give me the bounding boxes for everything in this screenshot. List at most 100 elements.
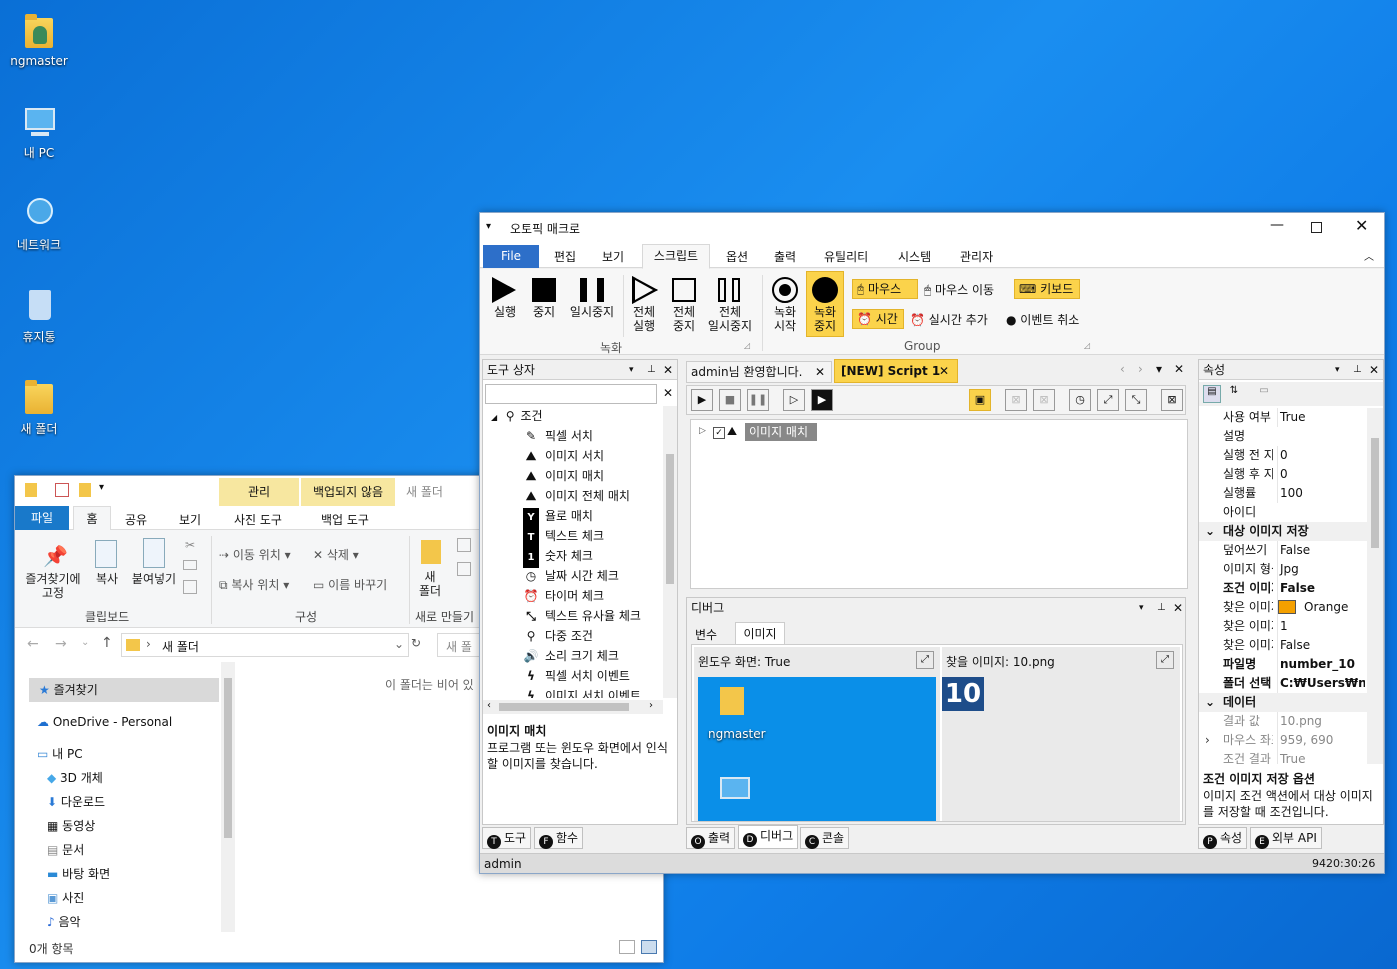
tree-hscrollbar[interactable]: ‹ ›	[483, 700, 663, 714]
record-start-button[interactable]: 녹화 시작	[768, 305, 802, 333]
stop-button[interactable]: 중지	[524, 305, 564, 319]
prop-category[interactable]: ⌄ 데이터	[1199, 693, 1367, 712]
new-item-icon[interactable]	[457, 538, 471, 552]
desktop-icon-new-folder[interactable]: 새 폴더	[4, 378, 74, 437]
time-toggle[interactable]: ⏰ 시간	[852, 309, 904, 329]
clear-search-icon[interactable]: ✕	[663, 386, 673, 400]
menu-system[interactable]: 시스템	[898, 248, 931, 265]
nav-item-onedrive[interactable]: ☁ OneDrive - Personal	[37, 710, 172, 734]
tool-item[interactable]: ⛰ 이미지 매치	[523, 466, 604, 486]
fullscreen-icon[interactable]: ⤢	[1156, 651, 1174, 669]
close-icon[interactable]: ✕	[663, 360, 673, 380]
scroll-right-icon[interactable]: ›	[1138, 362, 1143, 376]
ctx-tab-manage[interactable]: 관리	[219, 478, 299, 506]
keyboard-toggle[interactable]: ⌨ 키보드	[1014, 279, 1080, 299]
prop-row[interactable]: 실행 전 지연0	[1199, 446, 1367, 465]
menu-output[interactable]: 출력	[774, 248, 796, 265]
menu-options[interactable]: 옵션	[726, 248, 748, 265]
categorized-icon[interactable]: ▤	[1203, 385, 1221, 403]
properties-icon[interactable]	[55, 483, 69, 497]
tool-item[interactable]: Y 욜로 매치	[523, 506, 593, 528]
pin-icon[interactable]: ⊥	[1353, 360, 1362, 380]
script-stop-icon[interactable]: ■	[719, 389, 741, 411]
minimize-button[interactable]: —	[1270, 217, 1284, 233]
doc-tab-welcome[interactable]: admin님 환영합니다. ✕	[686, 361, 832, 383]
script-run-to-icon[interactable]: ▶	[811, 389, 833, 411]
tab-external-api[interactable]: E 외부 API	[1250, 827, 1322, 849]
property-pages-icon[interactable]: ▭	[1255, 385, 1273, 403]
up-icon[interactable]: ↑	[101, 635, 113, 651]
rename-button[interactable]: ▭ 이름 바꾸기	[313, 576, 387, 593]
script-node[interactable]: 이미지 매치	[745, 423, 817, 441]
disabled-x2-icon[interactable]: ⊠	[1033, 389, 1055, 411]
mouse-move-toggle[interactable]: 🖱 마우스 이동	[924, 281, 994, 298]
tab-tools[interactable]: T 도구	[482, 827, 532, 849]
prop-row[interactable]: 파일명 number_10	[1199, 655, 1367, 674]
menu-file[interactable]: File	[483, 245, 539, 268]
prop-row[interactable]: 사용 여부 True	[1199, 408, 1367, 427]
menu-script[interactable]: 스크립트	[642, 244, 710, 269]
script-editor[interactable]: ▷ ✓ ⛰ 이미지 매치	[690, 419, 1188, 589]
tab-console[interactable]: C 콘솔	[800, 827, 850, 849]
maximize-button[interactable]	[1311, 222, 1322, 233]
nav-item-my-pc[interactable]: ▭ 내 PC	[37, 742, 83, 766]
new-folder-quick-icon[interactable]	[79, 483, 91, 497]
close-icon[interactable]: ✕	[815, 362, 825, 382]
prop-row[interactable]: 찾은 이미지1	[1199, 617, 1367, 636]
tab-photo-tools[interactable]: 사진 도구	[234, 511, 282, 528]
tool-item[interactable]: ϟ 이미지 서치 이벤트	[523, 686, 641, 698]
close-window-icon[interactable]: ⊠	[1161, 389, 1183, 411]
desktop-icon-network[interactable]: 네트워크	[4, 194, 74, 253]
details-view-icon[interactable]	[619, 940, 635, 954]
close-button[interactable]: ✕	[1355, 216, 1368, 235]
tab-debug[interactable]: D 디버그	[738, 825, 799, 849]
tab-home[interactable]: 홈	[73, 506, 111, 531]
prop-row[interactable]: ›마우스 좌표959, 690	[1199, 731, 1367, 750]
run-button[interactable]: 실행	[484, 305, 526, 319]
node-checkbox[interactable]: ✓	[713, 427, 725, 439]
record-stop-button[interactable]: 녹화 중지	[806, 305, 844, 333]
scroll-left-icon[interactable]: ‹	[1120, 362, 1125, 376]
collapse-ribbon-icon[interactable]: ︿	[1364, 248, 1374, 263]
prop-row[interactable]: 덮어쓰기 False	[1199, 541, 1367, 560]
tool-item[interactable]: ⏰ 타이머 체크	[523, 586, 605, 606]
app-menu-icon[interactable]: ▾	[486, 221, 491, 232]
nav-scrollbar[interactable]	[221, 662, 235, 932]
tool-item[interactable]: T 텍스트 체크	[523, 526, 604, 548]
cancel-event-toggle[interactable]: ● 이벤트 취소	[1006, 311, 1079, 328]
prop-row[interactable]: 찾은 이미지False	[1199, 636, 1367, 655]
script-pause-icon[interactable]: ❚❚	[747, 389, 769, 411]
desktop-icon-my-pc[interactable]: 내 PC	[4, 102, 74, 161]
script-play-icon[interactable]: ▶	[691, 389, 713, 411]
image-toggle-icon[interactable]: ▣	[969, 389, 991, 411]
group-dialog-launcher-icon[interactable]: ◿	[1084, 341, 1090, 350]
prop-row[interactable]: 조건 이미지False	[1199, 579, 1367, 598]
prop-row[interactable]: 실행 후 지연0	[1199, 465, 1367, 484]
menu-admin[interactable]: 관리자	[960, 248, 993, 265]
menu-view[interactable]: 보기	[602, 248, 624, 265]
alphabetical-icon[interactable]: ⇅	[1225, 385, 1243, 403]
prop-row[interactable]: 찾은 이미지Orange	[1199, 598, 1367, 617]
prop-row[interactable]: 조건 결과 True	[1199, 750, 1367, 764]
tool-item[interactable]: ⛰ 이미지 서치	[523, 446, 604, 466]
nav-item-desktop[interactable]: ▬ 바탕 화면	[47, 862, 110, 886]
new-folder-button[interactable]: 새 폴더	[413, 570, 447, 598]
forward-icon[interactable]: →	[55, 636, 67, 652]
menu-edit[interactable]: 편집	[554, 248, 576, 265]
expand-node-icon[interactable]: ▷	[699, 426, 706, 436]
script-step-icon[interactable]: ▷	[783, 389, 805, 411]
tree-vscrollbar[interactable]	[663, 406, 677, 698]
ctx-tab-backup[interactable]: 백업되지 않음	[301, 478, 395, 506]
tab-file[interactable]: 파일	[15, 506, 69, 530]
dialog-launcher-icon[interactable]: ◿	[744, 341, 750, 350]
tab-share[interactable]: 공유	[125, 511, 147, 528]
prop-row[interactable]: 결과 값 10.png	[1199, 712, 1367, 731]
recent-dropdown-icon[interactable]: ⌄	[81, 637, 89, 648]
doc-tab-script[interactable]: [NEW] Script 1 ✕	[834, 359, 958, 383]
nav-item-music[interactable]: ♪ 음악	[47, 910, 81, 934]
tool-item[interactable]: ◷ 날짜 시간 체크	[523, 566, 619, 586]
copy-button[interactable]: 복사	[89, 572, 125, 586]
tab-backup-tools[interactable]: 백업 도구	[321, 511, 369, 528]
quick-access-dropdown-icon[interactable]: ▾	[99, 482, 104, 493]
pin-quick-access-button[interactable]: 즐겨찾기에 고정	[21, 572, 85, 600]
